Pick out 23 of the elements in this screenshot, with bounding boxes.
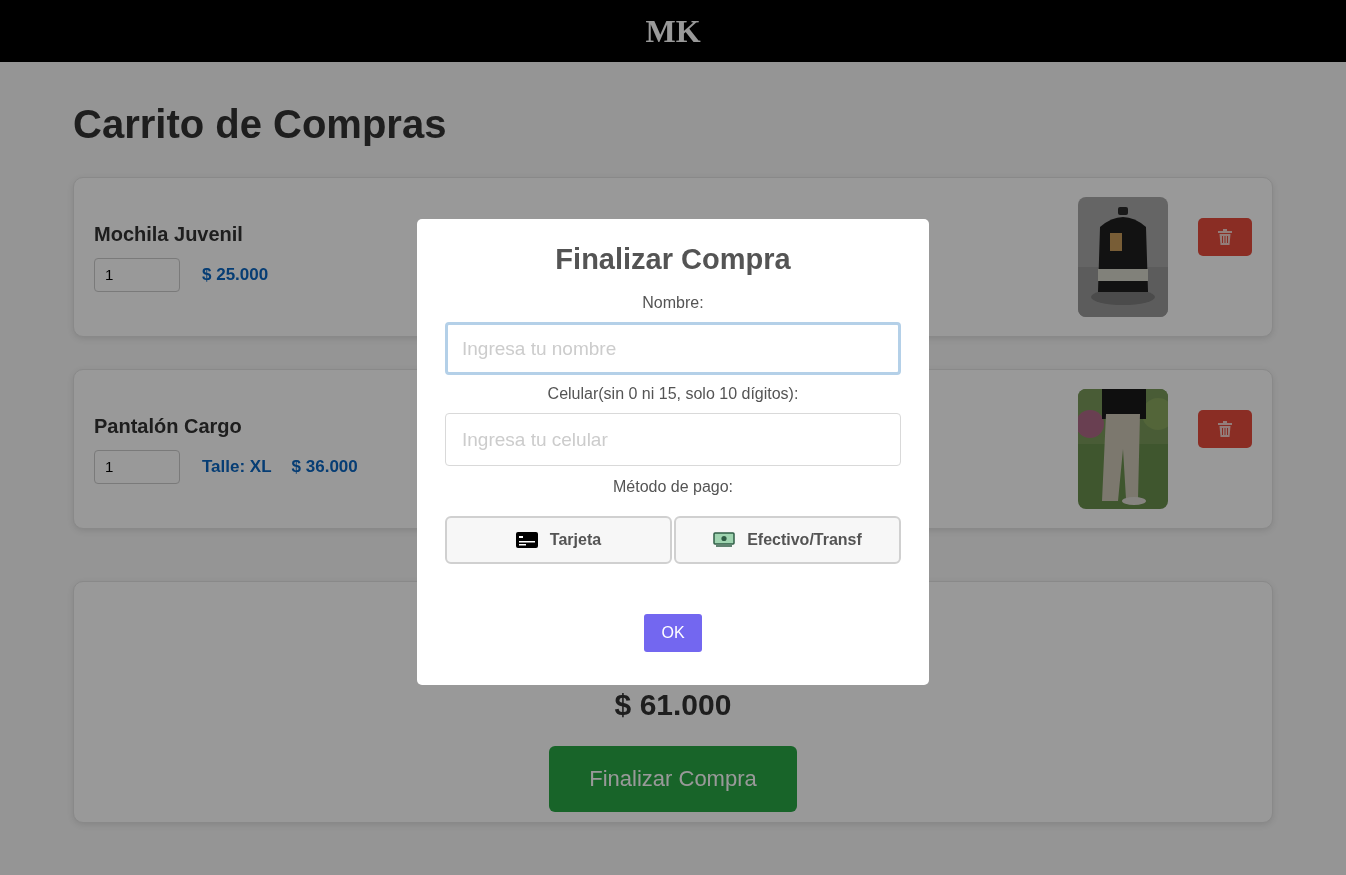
delete-button[interactable] xyxy=(1198,410,1252,448)
field-label: Método de pago: xyxy=(612,478,734,496)
ok-button[interactable]: OK xyxy=(644,614,702,652)
field-label: Celular(sin 0 ni 15, solo 10 dígitos): xyxy=(547,385,799,403)
trash-icon xyxy=(1218,421,1232,437)
field-label: Nombre: xyxy=(642,294,704,312)
product-name: Pantalón Cargo xyxy=(94,414,243,438)
product-price: $ 25.000 xyxy=(202,264,269,285)
credit-card-icon xyxy=(515,532,538,548)
payment-option[interactable]: Tarjeta xyxy=(445,516,672,564)
banknote-icon xyxy=(713,532,736,548)
trash-icon xyxy=(1218,229,1232,245)
quantity-field[interactable]: 1 xyxy=(94,449,180,484)
dialog-title: Finalizar Compra xyxy=(555,243,791,276)
product-name: Mochila Juvenil xyxy=(94,222,244,246)
product-size: Talle: XL xyxy=(202,456,272,477)
product-price: $ 36.000 xyxy=(291,456,358,477)
page-title: Carrito de Compras xyxy=(73,102,448,147)
delete-button[interactable] xyxy=(1198,218,1252,256)
logo: MK xyxy=(645,12,701,50)
payment-option[interactable]: Efectivo/Transf xyxy=(674,516,901,564)
total-amount: $ 61.000 xyxy=(614,688,732,722)
quantity-field[interactable]: 1 xyxy=(94,257,180,292)
